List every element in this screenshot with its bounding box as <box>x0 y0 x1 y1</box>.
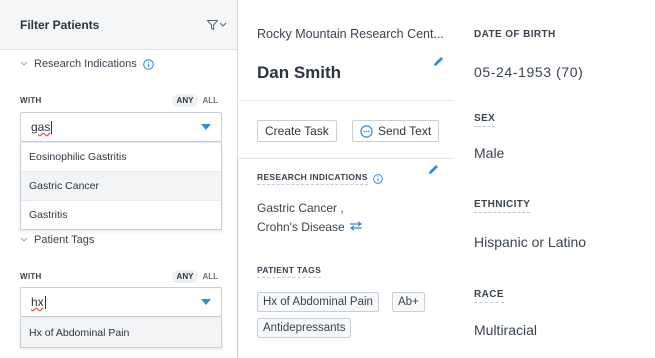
send-text-button[interactable]: Send Text <box>352 120 440 142</box>
filter-panel: Filter Patients Research Indications WIT… <box>0 0 238 358</box>
patient-tag: Hx of Abdominal Pain <box>257 292 379 312</box>
edit-name-pencil-icon[interactable] <box>432 55 445 68</box>
filter-header: Filter Patients <box>0 0 237 50</box>
patient-summary-column: Rocky Mountain Research Cent... Dan Smit… <box>239 0 454 358</box>
research-card: RESEARCH INDICATIONS Gastric Cancer , Cr… <box>239 158 454 358</box>
patient-tags-with-row: WITH ANY ALL <box>0 270 238 283</box>
all-button[interactable]: ALL <box>202 96 218 105</box>
divider <box>239 100 454 101</box>
chevron-down-icon <box>20 237 28 242</box>
all-button[interactable]: ALL <box>202 272 218 281</box>
sex-label: SEX <box>474 113 496 127</box>
any-all-toggle: ANY ALL <box>171 270 218 283</box>
patient-name: Dan Smith <box>257 63 342 82</box>
with-label: WITH <box>20 272 42 281</box>
patient-tags-heading: PATIENT TAGS <box>257 265 322 278</box>
patient-tags-heading-text: PATIENT TAGS <box>257 265 322 278</box>
research-indications-heading-text: RESEARCH INDICATIONS <box>257 172 368 185</box>
dob-value: 05-24-1953 (70) <box>474 64 584 80</box>
filter-title: Filter Patients <box>20 17 100 32</box>
dropdown-option[interactable]: Hx of Abdominal Pain <box>21 317 221 347</box>
race-label: RACE <box>474 289 504 303</box>
patient-tags-search-input[interactable]: hx <box>20 287 222 317</box>
dropdown-arrow-icon[interactable] <box>201 299 211 305</box>
patient-tags-toggle[interactable]: Patient Tags <box>20 234 94 246</box>
any-button[interactable]: ANY <box>171 270 199 283</box>
chat-bubble-icon <box>360 124 373 138</box>
research-indications-dropdown: Eosinophilic Gastritis Gastric Cancer Ga… <box>20 142 222 230</box>
research-indications-toggle[interactable]: Research Indications <box>20 58 154 70</box>
ethnicity-value: Hispanic or Latino <box>474 234 587 250</box>
patient-tag: Antidepressants <box>257 318 352 338</box>
research-indications-search-input[interactable]: gas <box>20 112 222 142</box>
chevron-down-icon <box>20 61 28 66</box>
swap-arrows-icon[interactable] <box>349 221 363 231</box>
patient-tags-dropdown: Hx of Abdominal Pain <box>20 317 222 348</box>
create-task-label: Create Task <box>265 124 329 138</box>
indication-crohns: Crohn's Disease <box>257 220 345 234</box>
dropdown-option[interactable]: Gastritis <box>21 200 221 229</box>
research-indications-label: Research Indications <box>34 58 137 70</box>
search-value: gas <box>31 120 51 134</box>
any-button[interactable]: ANY <box>171 94 199 107</box>
send-text-label: Send Text <box>378 124 432 138</box>
site-name: Rocky Mountain Research Cent... <box>257 27 444 41</box>
dropdown-option[interactable]: Eosinophilic Gastritis <box>21 142 221 171</box>
research-indications-heading: RESEARCH INDICATIONS <box>257 172 383 185</box>
create-task-button[interactable]: Create Task <box>257 120 337 142</box>
text-cursor <box>44 295 46 309</box>
ethnicity-label: ETHNICITY <box>474 199 531 213</box>
with-label: WITH <box>20 96 42 105</box>
dropdown-arrow-icon[interactable] <box>201 124 211 130</box>
indication-line-2: Crohn's Disease <box>257 220 363 234</box>
dob-label: DATE OF BIRTH <box>474 29 556 40</box>
edit-indications-pencil-icon[interactable] <box>427 163 440 176</box>
text-cursor <box>51 120 53 134</box>
filter-icon[interactable] <box>207 19 227 30</box>
search-value: hx <box>31 295 44 309</box>
info-icon <box>372 173 383 184</box>
patient-details-column: DATE OF BIRTH 05-24-1953 (70) SEX Male E… <box>455 0 655 358</box>
research-with-row: WITH ANY ALL <box>0 94 238 107</box>
dropdown-option[interactable]: Gastric Cancer <box>21 171 221 200</box>
patient-tag: Ab+ <box>392 292 425 312</box>
race-value: Multiracial <box>474 322 538 338</box>
indication-line-1: Gastric Cancer , <box>257 201 344 215</box>
sex-value: Male <box>474 145 505 161</box>
any-all-toggle: ANY ALL <box>171 94 218 107</box>
info-icon <box>142 58 154 70</box>
chevron-down-icon <box>219 22 227 27</box>
patient-tags-label: Patient Tags <box>34 234 95 246</box>
